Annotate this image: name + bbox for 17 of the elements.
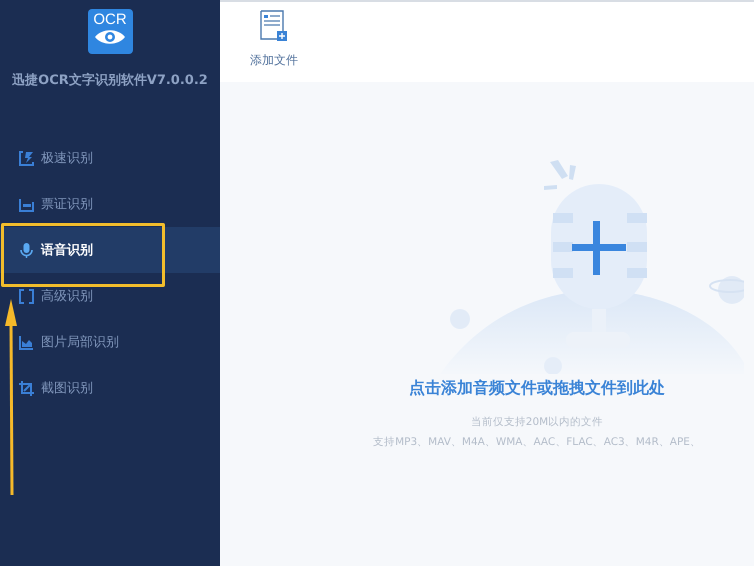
sidebar-item[interactable]: 票证识别: [0, 181, 220, 227]
sidebar-item[interactable]: 极速识别: [0, 135, 220, 181]
image-icon: [18, 334, 35, 350]
format-hint: 当前仅支持20M以内的文件: [470, 415, 604, 429]
drop-prompt[interactable]: 点击添加音频文件或拖拽文件到此处: [409, 378, 665, 399]
document-add-icon: [260, 10, 288, 42]
lightning-frame-icon: [18, 150, 35, 166]
sidebar-item[interactable]: 高级识别: [0, 273, 220, 319]
sidebar-item[interactable]: 截图识别: [0, 365, 220, 411]
app-title: 迅捷OCR文字识别软件V7.0.0.2: [12, 72, 208, 89]
sidebar-item[interactable]: 语音识别: [0, 227, 220, 273]
bracket-frame-icon: [18, 288, 35, 304]
crop-icon: [18, 380, 35, 396]
microphone-icon: [18, 242, 35, 258]
app-logo: OCR: [88, 9, 132, 54]
sidebar-item[interactable]: 图片局部识别: [0, 319, 220, 365]
format-hint: 支持MP3、MAV、M4A、WMA、AAC、FLAC、AC3、M4R、APE、: [373, 435, 701, 449]
